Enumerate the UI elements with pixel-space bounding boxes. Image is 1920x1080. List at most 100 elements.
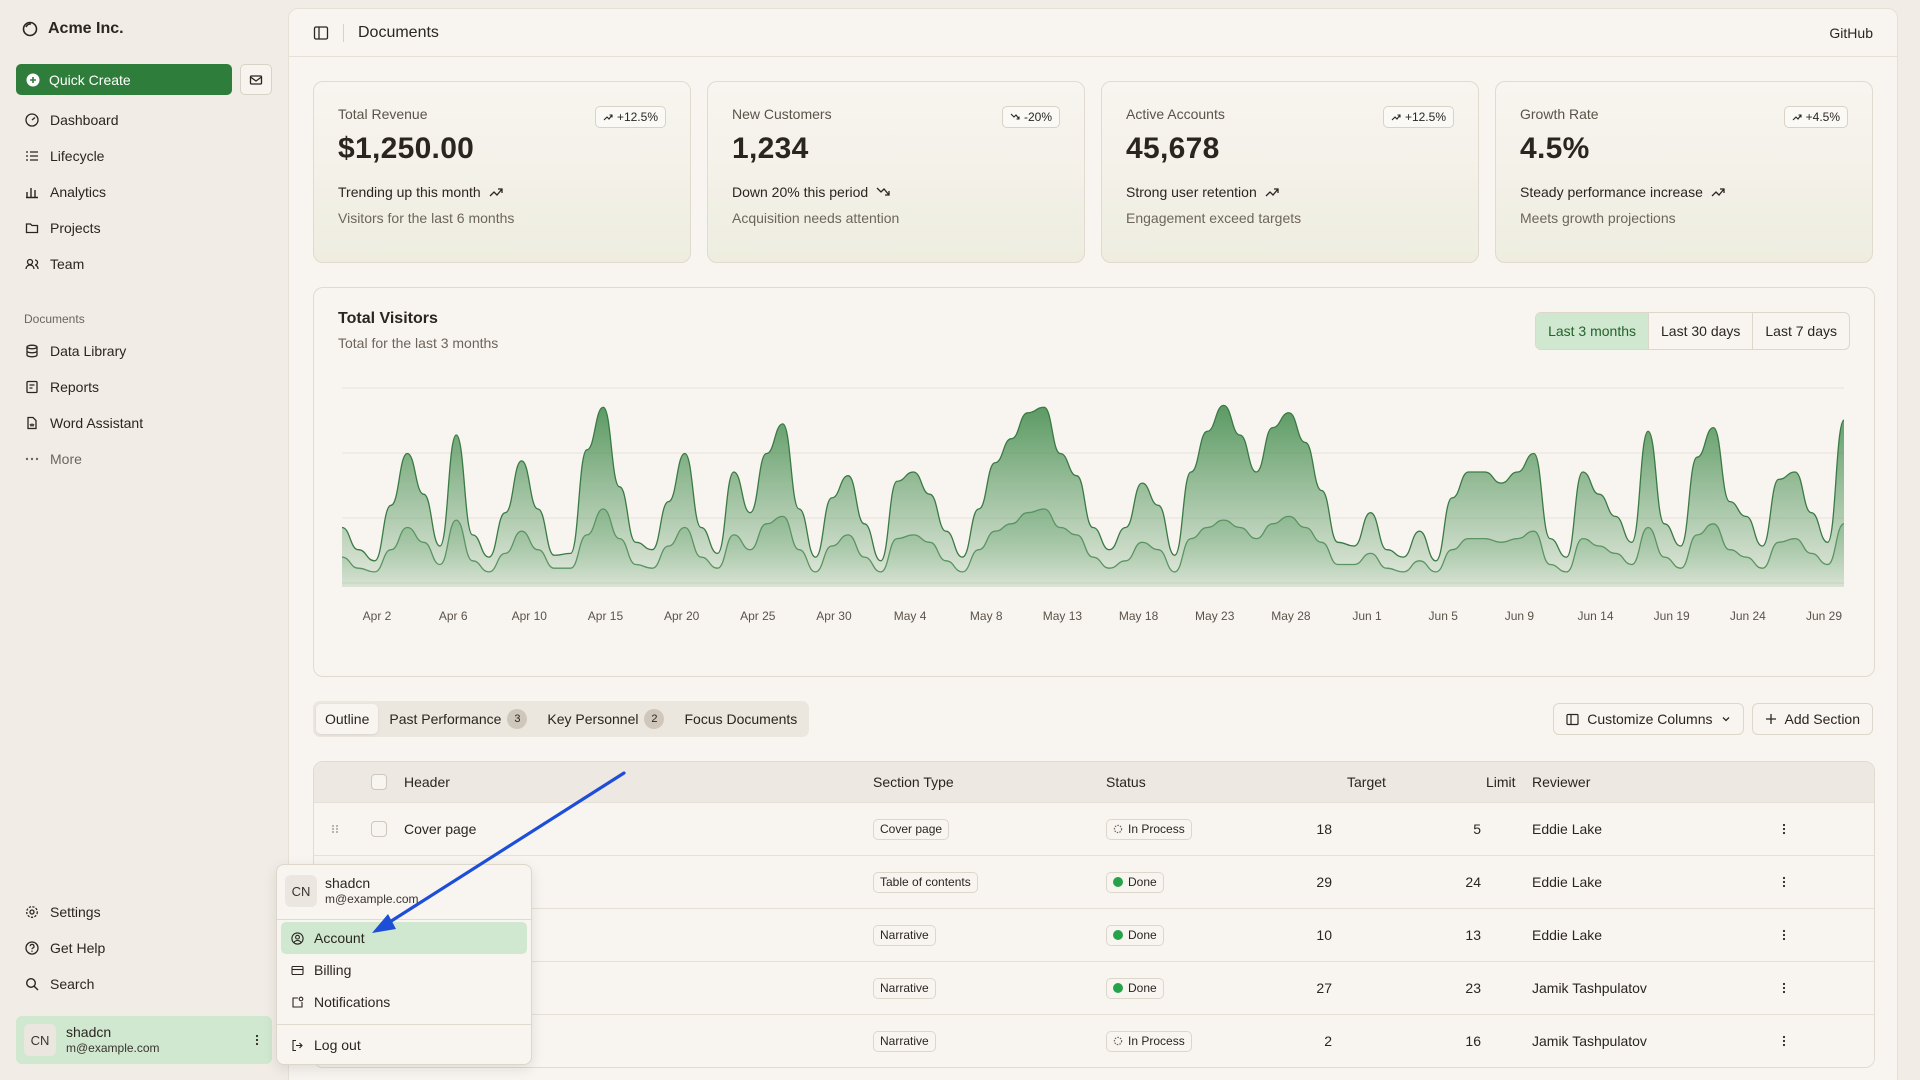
x-tick-label: Apr 2 — [363, 609, 392, 623]
x-tick-label: Jun 14 — [1578, 609, 1614, 623]
x-tick-label: Jun 5 — [1429, 609, 1459, 623]
chart-subtitle: Total for the last 3 months — [338, 335, 499, 351]
section-type-badge: Narrative — [873, 1030, 936, 1052]
loader-icon — [1113, 1036, 1123, 1046]
stat-value: 1,234 — [732, 132, 809, 165]
section-type-badge: Cover page — [873, 818, 950, 840]
range-3-months[interactable]: Last 3 months — [1536, 313, 1648, 349]
drag-handle[interactable] — [330, 823, 340, 835]
row-actions-button[interactable] — [1778, 928, 1790, 942]
table-actions: Customize Columns Add Section — [1553, 703, 1873, 735]
notification-icon — [292, 996, 304, 1008]
stat-sub: Meets growth projections — [1520, 210, 1676, 226]
sidebar-toggle-button[interactable] — [313, 25, 329, 41]
row-target[interactable]: 27 — [1316, 980, 1332, 996]
menu-item-logout[interactable]: Log out — [281, 1029, 527, 1061]
row-actions-button[interactable] — [1778, 822, 1790, 836]
tab-label: Past Performance — [389, 711, 502, 727]
tab-key-personnel[interactable]: Key Personnel 2 — [538, 704, 673, 734]
tab-focus-documents[interactable]: Focus Documents — [675, 704, 806, 734]
col-status: Status — [1106, 774, 1146, 790]
tab-label: Focus Documents — [684, 711, 798, 727]
sidebar-item-settings[interactable]: Settings — [16, 894, 270, 930]
range-7-days[interactable]: Last 7 days — [1752, 313, 1849, 349]
list-icon — [24, 148, 40, 164]
sidebar-item-data-library[interactable]: Data Library — [16, 333, 270, 369]
stat-trend-text: Strong user retention — [1126, 184, 1257, 200]
range-30-days[interactable]: Last 30 days — [1648, 313, 1752, 349]
select-all-checkbox[interactable] — [371, 774, 387, 790]
status-done-icon — [1113, 930, 1123, 940]
tab-past-performance[interactable]: Past Performance 3 — [380, 704, 536, 734]
sidebar-item-search[interactable]: Search — [16, 966, 270, 1002]
row-actions-button[interactable] — [1778, 1034, 1790, 1048]
topbar: Documents GitHub — [289, 9, 1897, 57]
sidebar-item-label: Team — [50, 256, 85, 272]
x-tick-label: Jun 1 — [1352, 609, 1382, 623]
sidebar-item-team[interactable]: Team — [16, 246, 270, 282]
github-link[interactable]: GitHub — [1829, 25, 1873, 41]
row-target[interactable]: 29 — [1316, 874, 1332, 890]
row-actions-button[interactable] — [1778, 875, 1790, 889]
stat-badge-text: +12.5% — [616, 110, 658, 124]
sidebar-item-projects[interactable]: Projects — [16, 210, 270, 246]
table-row: Narrative Done 10 13 Eddie Lake — [314, 908, 1874, 961]
bar-chart-icon — [24, 184, 40, 200]
menu-user-email: m@example.com — [325, 892, 419, 906]
sidebar-item-dashboard[interactable]: Dashboard — [16, 102, 270, 138]
sidebar-item-label: Lifecycle — [50, 148, 105, 164]
menu-item-account[interactable]: Account — [281, 922, 527, 954]
quick-create-button[interactable]: Quick Create — [16, 64, 232, 95]
x-tick-label: Apr 15 — [588, 609, 624, 623]
menu-item-notifications[interactable]: Notifications — [281, 986, 527, 1018]
table-header-row: Header Section Type Status Target Limit … — [314, 762, 1874, 802]
stat-trend: Trending up this month — [338, 184, 666, 200]
row-limit[interactable]: 23 — [1465, 980, 1481, 996]
status-badge: Done — [1106, 924, 1164, 946]
chart-title: Total Visitors — [338, 310, 438, 327]
inbox-button[interactable] — [240, 64, 272, 95]
tab-outline[interactable]: Outline — [316, 704, 379, 734]
row-limit[interactable]: 24 — [1465, 874, 1481, 890]
more-vertical-icon — [1782, 982, 1786, 994]
row-reviewer: Jamik Tashpulatov — [1532, 1033, 1647, 1049]
row-target[interactable]: 10 — [1316, 927, 1332, 943]
sidebar-item-lifecycle[interactable]: Lifecycle — [16, 138, 270, 174]
tab-count: 2 — [644, 709, 665, 729]
customize-columns-label: Customize Columns — [1587, 711, 1713, 727]
sidebar-item-more[interactable]: More — [16, 441, 270, 477]
sidebar-item-analytics[interactable]: Analytics — [16, 174, 270, 210]
quick-create-row: Quick Create — [16, 64, 272, 95]
stat-card-growth: Growth Rate 4.5% +4.5% Steady performanc… — [1495, 81, 1873, 263]
stat-trend: Strong user retention — [1126, 184, 1454, 200]
menu-user-header: CN shadcn m@example.com — [277, 865, 531, 917]
stat-sub: Visitors for the last 6 months — [338, 210, 515, 226]
quick-create-label: Quick Create — [49, 71, 131, 88]
menu-item-billing[interactable]: Billing — [281, 954, 527, 986]
row-target[interactable]: 18 — [1316, 821, 1332, 837]
topbar-divider — [343, 23, 344, 42]
row-limit[interactable]: 16 — [1465, 1033, 1481, 1049]
row-target[interactable]: 2 — [1324, 1033, 1332, 1049]
x-tick-label: Apr 6 — [439, 609, 468, 623]
trend-up-icon — [603, 114, 613, 121]
row-checkbox[interactable] — [371, 821, 387, 837]
more-vertical-icon — [1782, 1035, 1786, 1047]
add-section-button[interactable]: Add Section — [1751, 703, 1873, 735]
trend-down-icon — [1010, 113, 1020, 120]
row-actions-button[interactable] — [1778, 981, 1790, 995]
row-limit[interactable]: 5 — [1473, 821, 1481, 837]
stat-value: 45,678 — [1126, 132, 1220, 165]
brand[interactable]: Acme Inc. — [22, 20, 124, 38]
sidebar-item-get-help[interactable]: Get Help — [16, 930, 270, 966]
dots-icon — [24, 451, 40, 467]
row-limit[interactable]: 13 — [1465, 927, 1481, 943]
sidebar-item-reports[interactable]: Reports — [16, 369, 270, 405]
customize-columns-button[interactable]: Customize Columns — [1553, 703, 1744, 735]
row-header[interactable]: Cover page — [404, 821, 476, 837]
sidebar-item-word-assistant[interactable]: Word Assistant — [16, 405, 270, 441]
user-menu-trigger[interactable]: CN shadcn m@example.com — [16, 1016, 272, 1064]
folder-icon — [24, 220, 40, 236]
section-type-badge: Table of contents — [873, 871, 978, 893]
status-text: Done — [1128, 928, 1157, 942]
